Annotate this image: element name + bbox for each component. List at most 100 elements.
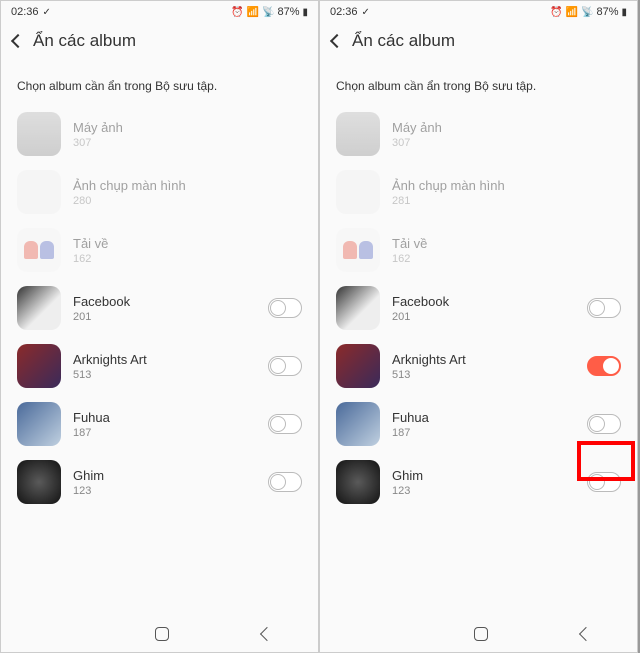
signal-icon: 📡	[262, 7, 274, 18]
album-count: 513	[392, 369, 575, 381]
album-name: Arknights Art	[392, 352, 575, 367]
battery-text: 87%	[277, 6, 299, 18]
toggle-switch[interactable]	[268, 472, 302, 492]
nav-bar	[320, 616, 637, 652]
notif-icon: ✓	[43, 7, 51, 18]
album-row: Máy ảnh 307	[328, 105, 629, 163]
album-name: Máy ảnh	[73, 120, 302, 135]
album-row: Ảnh chụp màn hình 280	[9, 163, 310, 221]
toggle-switch[interactable]	[268, 298, 302, 318]
album-thumb	[17, 228, 61, 272]
album-thumb	[336, 112, 380, 156]
nav-back[interactable]	[579, 627, 593, 641]
album-count: 187	[392, 427, 575, 439]
album-name: Ghim	[392, 468, 575, 483]
album-thumb	[17, 344, 61, 388]
album-count: 162	[73, 253, 302, 265]
nav-recent[interactable]	[47, 633, 63, 635]
album-thumb	[17, 460, 61, 504]
clock: 02:36	[330, 6, 358, 18]
album-count: 307	[73, 137, 302, 149]
album-list: Máy ảnh 307 Ảnh chụp màn hình 280 Tải về…	[1, 105, 318, 511]
album-thumb	[17, 402, 61, 446]
album-thumb	[17, 170, 61, 214]
album-count: 162	[392, 253, 621, 265]
album-name: Facebook	[73, 294, 256, 309]
album-name: Tải về	[392, 236, 621, 251]
album-name: Ảnh chụp màn hình	[73, 178, 302, 193]
album-count: 187	[73, 427, 256, 439]
album-row[interactable]: Arknights Art 513	[328, 337, 629, 395]
album-count: 123	[73, 485, 256, 497]
album-thumb	[336, 170, 380, 214]
page-subtitle: Chọn album cần ẩn trong Bộ sưu tập.	[320, 61, 637, 105]
album-thumb	[336, 344, 380, 388]
battery-icon: ▮	[302, 7, 308, 18]
toggle-switch[interactable]	[587, 356, 621, 376]
album-row[interactable]: Ghim 123	[9, 453, 310, 511]
nav-recent[interactable]	[366, 633, 382, 635]
album-row: Tải về 162	[328, 221, 629, 279]
status-bar: 02:36 ✓ ⏰ 📶 📡 87% ▮	[1, 1, 318, 23]
album-name: Máy ảnh	[392, 120, 621, 135]
nav-home[interactable]	[155, 627, 169, 641]
battery-text: 87%	[596, 6, 618, 18]
album-name: Fuhua	[73, 410, 256, 425]
album-thumb	[17, 112, 61, 156]
page-subtitle: Chọn album cần ẩn trong Bộ sưu tập.	[1, 61, 318, 105]
album-row[interactable]: Ghim 123	[328, 453, 629, 511]
album-name: Ghim	[73, 468, 256, 483]
alarm-icon: ⏰	[231, 7, 243, 18]
wifi-icon: 📶	[247, 7, 259, 18]
album-thumb	[336, 402, 380, 446]
clock: 02:36	[11, 6, 39, 18]
notif-icon: ✓	[362, 7, 370, 18]
battery-icon: ▮	[621, 7, 627, 18]
album-count: 307	[392, 137, 621, 149]
album-row: Máy ảnh 307	[9, 105, 310, 163]
nav-bar	[1, 616, 318, 652]
album-list: Máy ảnh 307 Ảnh chụp màn hình 281 Tải về…	[320, 105, 637, 511]
toggle-switch[interactable]	[587, 298, 621, 318]
back-button[interactable]	[11, 34, 25, 48]
signal-icon: 📡	[581, 7, 593, 18]
album-row: Ảnh chụp màn hình 281	[328, 163, 629, 221]
toggle-switch[interactable]	[587, 472, 621, 492]
album-count: 281	[392, 195, 621, 207]
album-row[interactable]: Arknights Art 513	[9, 337, 310, 395]
album-count: 201	[73, 311, 256, 323]
album-thumb	[336, 286, 380, 330]
album-row[interactable]: Fuhua 187	[9, 395, 310, 453]
toggle-switch[interactable]	[268, 414, 302, 434]
album-thumb	[336, 228, 380, 272]
album-count: 123	[392, 485, 575, 497]
toggle-switch[interactable]	[587, 414, 621, 434]
album-name: Ảnh chụp màn hình	[392, 178, 621, 193]
album-name: Tải về	[73, 236, 302, 251]
album-name: Arknights Art	[73, 352, 256, 367]
toggle-switch[interactable]	[268, 356, 302, 376]
album-count: 513	[73, 369, 256, 381]
header: Ẩn các album	[320, 23, 637, 61]
album-row[interactable]: Facebook 201	[9, 279, 310, 337]
album-row[interactable]: Facebook 201	[328, 279, 629, 337]
album-thumb	[336, 460, 380, 504]
alarm-icon: ⏰	[550, 7, 562, 18]
album-count: 201	[392, 311, 575, 323]
nav-home[interactable]	[474, 627, 488, 641]
nav-back[interactable]	[260, 627, 274, 641]
album-row[interactable]: Fuhua 187	[328, 395, 629, 453]
header: Ẩn các album	[1, 23, 318, 61]
album-name: Fuhua	[392, 410, 575, 425]
screen-left: 02:36 ✓ ⏰ 📶 📡 87% ▮ Ẩn các album Chọn al…	[0, 0, 319, 653]
page-title: Ẩn các album	[352, 31, 455, 51]
album-name: Facebook	[392, 294, 575, 309]
wifi-icon: 📶	[566, 7, 578, 18]
album-row: Tải về 162	[9, 221, 310, 279]
page-title: Ẩn các album	[33, 31, 136, 51]
back-button[interactable]	[330, 34, 344, 48]
album-count: 280	[73, 195, 302, 207]
album-thumb	[17, 286, 61, 330]
status-bar: 02:36 ✓ ⏰ 📶 📡 87% ▮	[320, 1, 637, 23]
screen-right: 02:36 ✓ ⏰ 📶 📡 87% ▮ Ẩn các album Chọn al…	[319, 0, 638, 653]
